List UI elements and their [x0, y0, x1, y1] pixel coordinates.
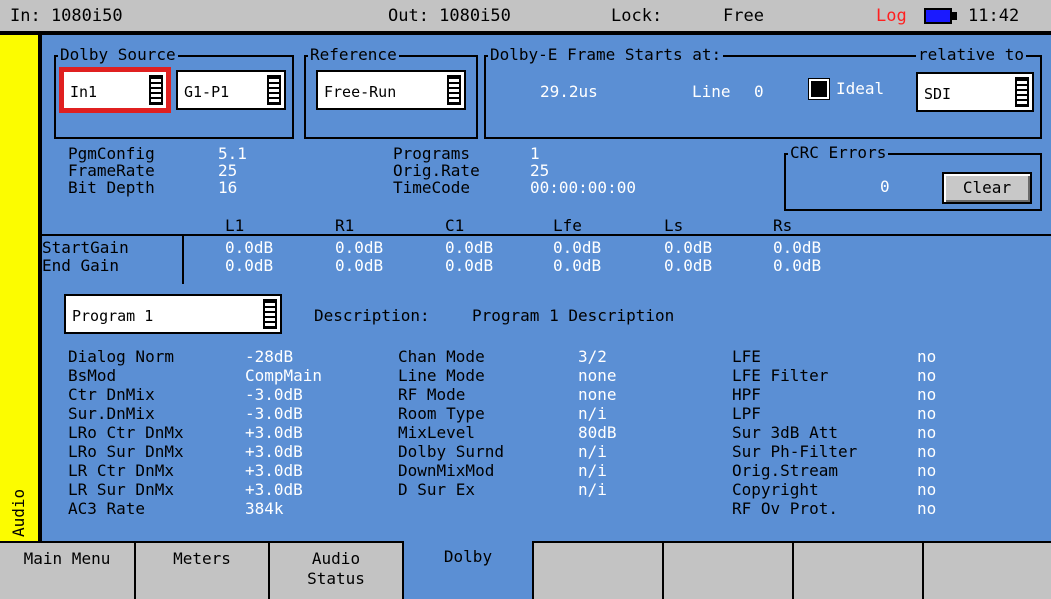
frame-start-time: 29.2us — [540, 82, 598, 101]
softkey-6[interactable] — [664, 543, 794, 599]
gain-table: L1 R1 C1 Lfe Ls Rs StartGain End Gain 0.… — [42, 217, 1051, 297]
status-bar: In: 1080i50 Out: 1080i50 Lock: Free Log … — [0, 0, 1051, 33]
relative-to-label: relative to — [916, 45, 1026, 64]
dropdown-arrow-icon — [263, 299, 277, 329]
source-program-select[interactable]: G1-P1 — [176, 70, 286, 110]
start-gain-label: StartGain — [42, 238, 129, 257]
tab-meters[interactable]: Meters — [136, 543, 270, 599]
line-label: Line — [692, 82, 731, 101]
battery-icon — [924, 8, 958, 24]
crc-error-count: 0 — [880, 177, 890, 196]
program-select[interactable]: Program 1 — [64, 294, 282, 334]
lock-label: Lock: — [611, 6, 663, 26]
dropdown-arrow-icon — [1015, 77, 1029, 107]
relative-to-select[interactable]: SDI — [916, 72, 1034, 112]
clear-button[interactable]: Clear — [942, 172, 1032, 204]
softkey-bar: Main Menu Meters Audio Status Dolby — [0, 541, 1051, 599]
dropdown-arrow-icon — [447, 75, 461, 105]
output-format: Out: 1080i50 — [388, 6, 511, 26]
ideal-checkbox[interactable] — [808, 78, 830, 100]
params-col-2: Chan Mode 3/2 Line Mode none RF Mode none R… — [398, 347, 617, 499]
description-label: Description: — [314, 306, 430, 325]
reference-select[interactable]: Free-Run — [316, 70, 466, 110]
softkey-5[interactable] — [534, 543, 664, 599]
line-value: 0 — [754, 82, 764, 101]
source-input-select[interactable]: In1 — [59, 67, 171, 113]
log-label: Log — [876, 6, 907, 26]
tab-audio-status[interactable]: Audio Status — [270, 543, 404, 599]
end-gain-label: End Gain — [42, 256, 120, 275]
params-col-1: Dialog Norm -28dB BsMod CompMain Ctr DnMix… — [68, 347, 323, 518]
input-format: In: 1080i50 — [10, 6, 123, 26]
tab-main-menu[interactable]: Main Menu — [0, 543, 136, 599]
lock-value: Free — [723, 6, 764, 26]
side-label: Audio — [9, 488, 28, 537]
dropdown-arrow-icon — [149, 75, 163, 105]
frame-start-label: Dolby-E Frame Starts at: — [488, 45, 724, 64]
clock: 11:42 — [968, 6, 1020, 26]
ideal-label: Ideal — [836, 79, 885, 98]
reference-label: Reference — [308, 45, 399, 64]
dropdown-arrow-icon — [267, 75, 281, 105]
params-col-3: LFE no LFE Filter no HPF no LPF no Sur 3dB A… — [732, 347, 937, 518]
dolby-source-label: Dolby Source — [58, 45, 178, 64]
softkey-8[interactable] — [924, 543, 1051, 599]
crc-errors-label: CRC Errors — [788, 143, 889, 162]
tab-dolby[interactable]: Dolby — [404, 541, 534, 599]
softkey-7[interactable] — [794, 543, 924, 599]
dolby-panel: Dolby Source In1 G1-P1 Reference Free-Ru… — [42, 35, 1051, 541]
description-value: Program 1 Description — [472, 306, 675, 325]
